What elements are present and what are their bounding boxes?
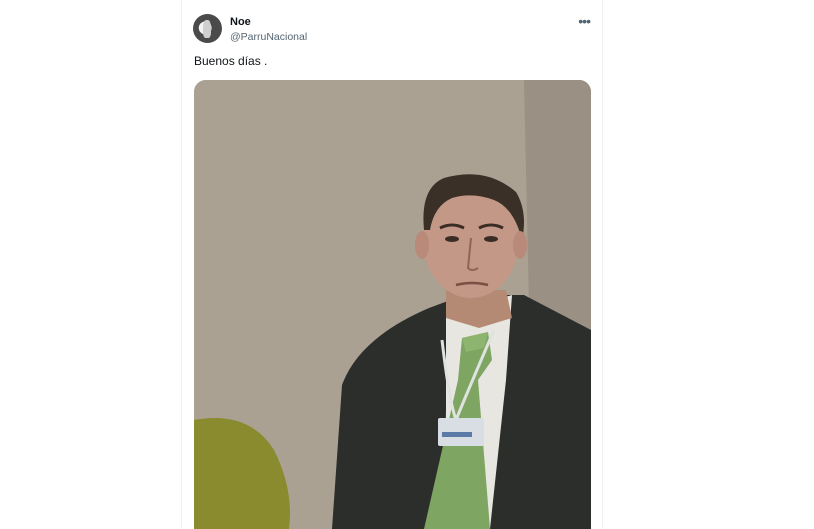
more-horizontal-icon[interactable]: ••• bbox=[578, 13, 591, 29]
tweet-text: Buenos días . bbox=[194, 54, 268, 68]
author-name[interactable]: Noe bbox=[230, 16, 251, 28]
author-avatar[interactable] bbox=[193, 14, 222, 43]
tweet-card[interactable]: Noe @ParruNacional ••• Buenos días . bbox=[181, 0, 603, 529]
author-handle[interactable]: @ParruNacional bbox=[230, 31, 307, 43]
tweet-header: Noe @ParruNacional ••• bbox=[193, 13, 592, 49]
tweet-photo[interactable] bbox=[194, 80, 591, 529]
photo-scene bbox=[194, 80, 591, 529]
